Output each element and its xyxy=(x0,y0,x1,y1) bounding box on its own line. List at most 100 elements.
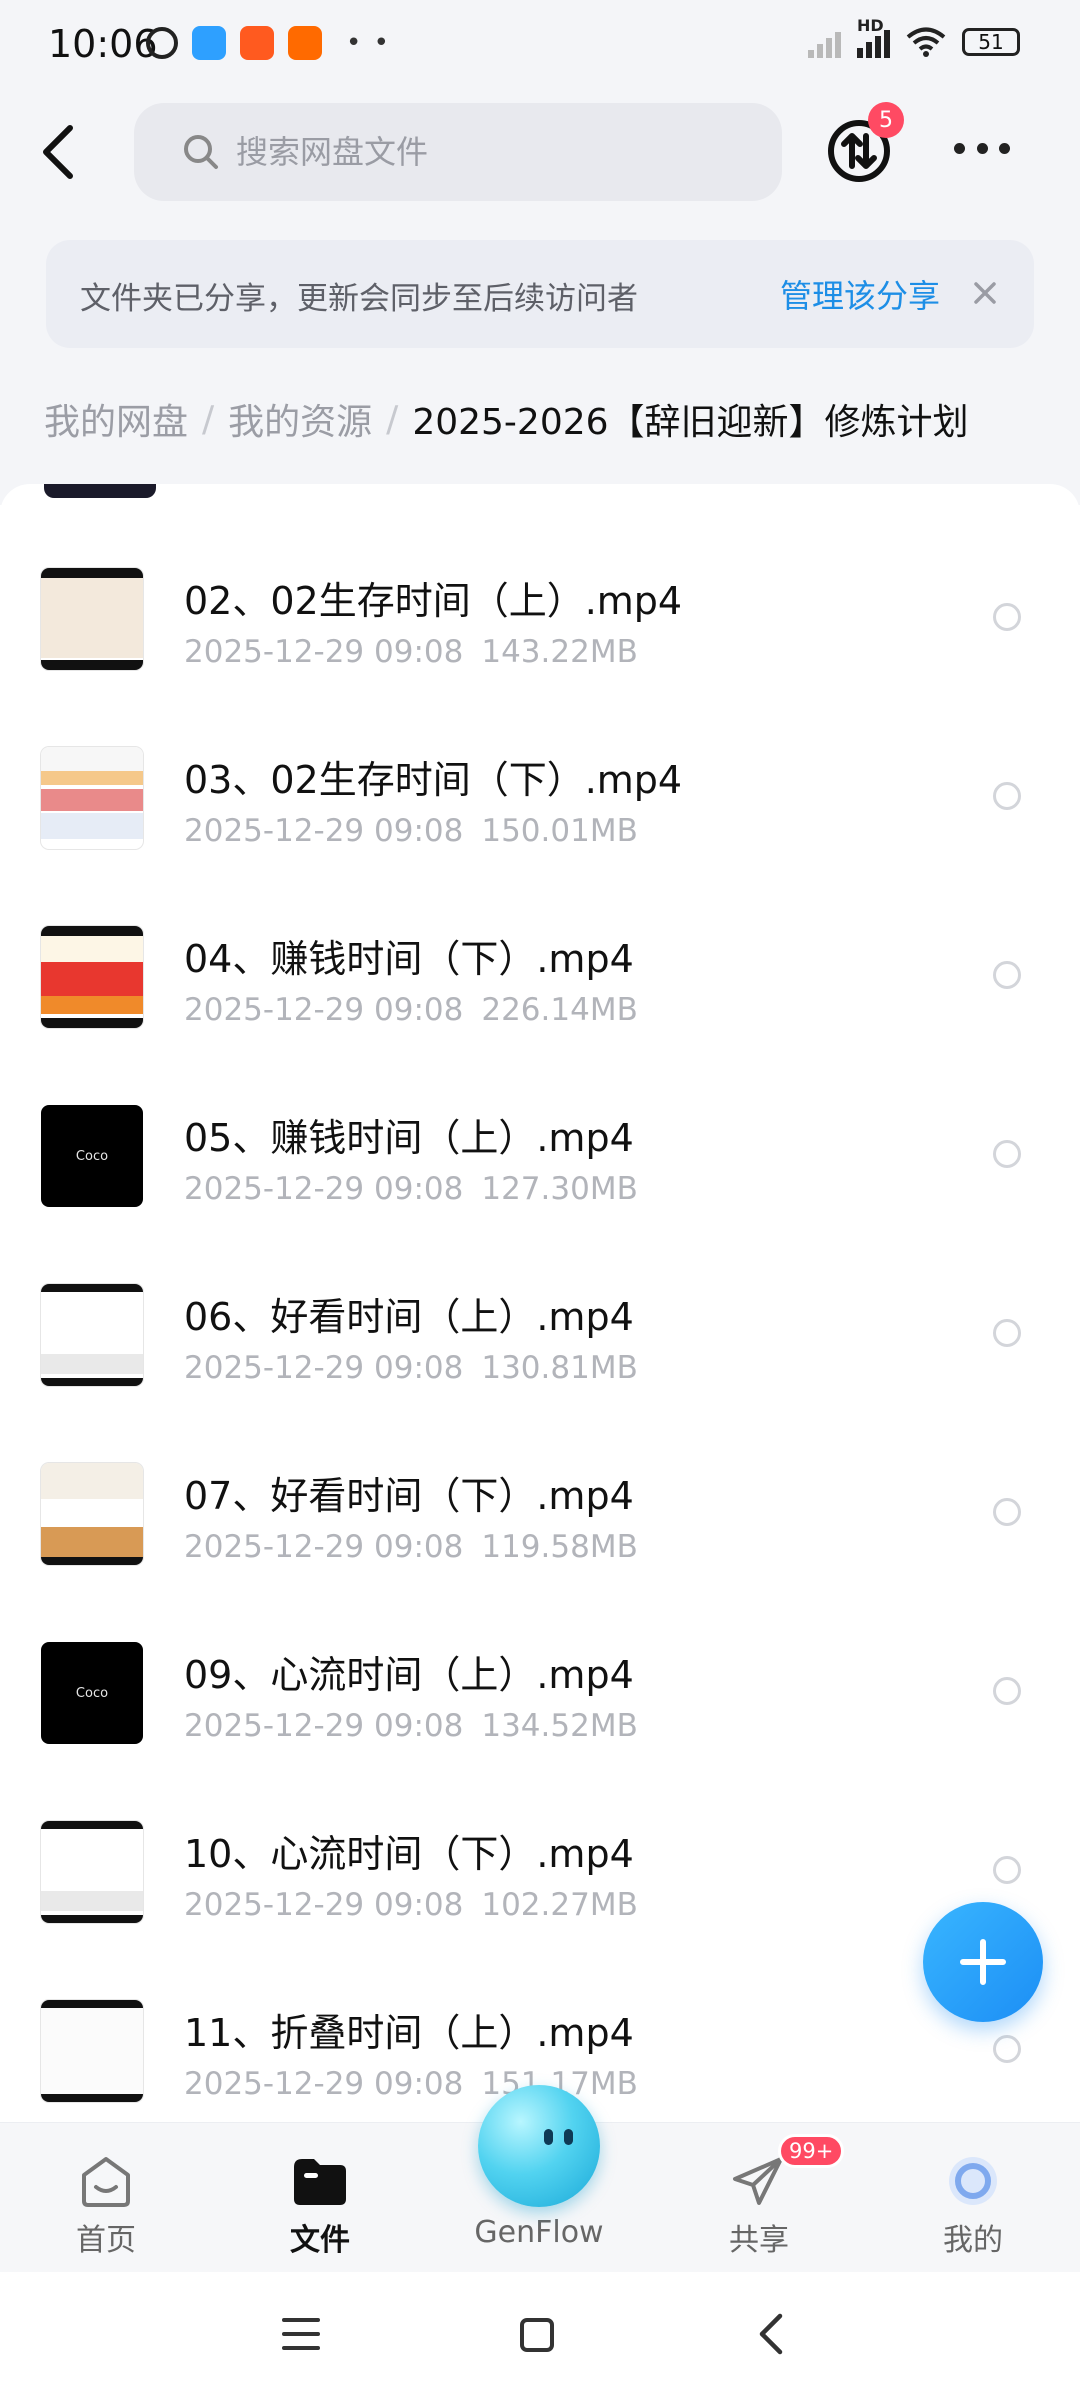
file-name: 06、好看时间（上）.mp4 xyxy=(184,1295,634,1339)
mi-icon xyxy=(288,26,322,60)
share-notice-banner: 文件夹已分享，更新会同步至后续访问者 管理该分享 xyxy=(46,240,1034,348)
add-button[interactable] xyxy=(923,1902,1043,2022)
thumbnail-detail xyxy=(41,926,143,936)
file-list: 02、02生存时间（上）.mp4 2025-12-29 09:08 143.22MB… xyxy=(0,484,1080,2124)
thumbnail-detail xyxy=(41,660,143,670)
close-icon[interactable] xyxy=(968,276,1002,310)
paper-plane-icon xyxy=(733,2157,783,2205)
file-row[interactable]: Coco 09、心流时间（上）.mp4 2025-12-29 09:08 134.52… xyxy=(0,1578,1080,1757)
file-row[interactable]: 03、02生存时间（下）.mp4 2025-12-29 09:08 150.01MB xyxy=(0,683,1080,862)
video-thumbnail: Coco xyxy=(41,1642,143,1744)
breadcrumb-item-my-disk[interactable]: 我的网盘 xyxy=(44,393,188,445)
system-back-button[interactable] xyxy=(756,2312,786,2356)
select-checkbox[interactable] xyxy=(993,1319,1021,1347)
file-row[interactable]: 07、好看时间（下）.mp4 2025-12-29 09:08 119.58MB xyxy=(0,1399,1080,1578)
back-button[interactable] xyxy=(34,122,82,182)
thumbnail-detail xyxy=(41,936,143,962)
file-size: 102.27MB xyxy=(481,1887,638,1923)
file-meta: 2025-12-29 09:08 150.01MB xyxy=(184,813,638,849)
video-thumbnail xyxy=(44,484,156,498)
nav-home[interactable]: 首页 xyxy=(26,2123,186,2273)
file-row[interactable]: Coco 05、赚钱时间（上）.mp4 2025-12-29 09:08 127.30… xyxy=(0,1041,1080,1220)
search-bar[interactable] xyxy=(134,103,782,201)
nav-profile[interactable]: 我的 xyxy=(893,2123,1053,2273)
breadcrumb-separator: / xyxy=(386,398,399,440)
transfer-count-badge: 5 xyxy=(868,102,904,138)
thumbnail-detail xyxy=(41,771,143,785)
orb-eye xyxy=(564,2129,573,2145)
file-size: 150.01MB xyxy=(481,813,638,849)
file-meta: 2025-12-29 09:08 143.22MB xyxy=(184,634,638,670)
file-row[interactable]: 10、心流时间（下）.mp4 2025-12-29 09:08 102.27MB xyxy=(0,1757,1080,1936)
search-input[interactable] xyxy=(234,132,738,172)
more-notifications-icon: • • xyxy=(346,28,391,58)
breadcrumb-item-my-resources[interactable]: 我的资源 xyxy=(228,393,372,445)
thumbnail-detail xyxy=(41,1292,143,1352)
nav-label-genflow: GenFlow xyxy=(474,2215,604,2250)
select-checkbox[interactable] xyxy=(993,1677,1021,1705)
thumbnail-detail xyxy=(41,2008,143,2094)
select-checkbox[interactable] xyxy=(993,961,1021,989)
video-thumbnail xyxy=(41,1284,143,1386)
file-meta: 2025-12-29 09:08 127.30MB xyxy=(184,1171,638,1207)
file-size: 127.30MB xyxy=(481,1171,638,1207)
breadcrumb-separator: / xyxy=(202,398,215,440)
menu-line xyxy=(282,2332,320,2336)
thumbnail-detail xyxy=(41,1557,143,1565)
manage-share-link[interactable]: 管理该分享 xyxy=(780,271,940,317)
file-size: 226.14MB xyxy=(481,992,638,1028)
select-checkbox[interactable] xyxy=(993,1498,1021,1526)
alarm-icon xyxy=(146,27,178,59)
folder-icon xyxy=(294,2159,346,2205)
recent-apps-button[interactable] xyxy=(282,2318,320,2350)
video-thumbnail xyxy=(41,1821,143,1923)
thumbnail-detail xyxy=(41,1915,143,1923)
genflow-orb-icon[interactable] xyxy=(478,2085,600,2207)
app-notification-icon xyxy=(192,26,226,60)
status-bar: 10:06 • • HD 51 xyxy=(0,0,1080,95)
file-name: 09、心流时间（上）.mp4 xyxy=(184,1653,634,1697)
video-thumbnail xyxy=(41,747,143,849)
search-icon xyxy=(184,135,218,169)
home-icon xyxy=(82,2157,130,2207)
home-button[interactable] xyxy=(520,2318,554,2352)
file-name: 04、赚钱时间（下）.mp4 xyxy=(184,937,634,981)
thumbnail-detail xyxy=(41,1284,143,1292)
thumbnail-detail xyxy=(41,1527,143,1557)
nav-files[interactable]: 文件 xyxy=(240,2123,400,2273)
thumbnail-detail xyxy=(41,996,143,1014)
menu-line xyxy=(282,2318,320,2322)
dot-icon xyxy=(976,142,988,154)
nav-label-share: 共享 xyxy=(729,2223,789,2258)
thumbnail-detail xyxy=(41,1018,143,1028)
breadcrumb-current: 2025-2026【辞旧迎新】修炼计划 xyxy=(412,402,969,443)
file-date: 2025-12-29 09:08 xyxy=(184,992,464,1028)
signal-hd-icon: HD xyxy=(857,16,890,58)
thumbnail-detail xyxy=(41,1354,143,1374)
wifi-icon xyxy=(906,27,946,57)
dot-icon xyxy=(954,142,965,154)
select-checkbox[interactable] xyxy=(993,603,1021,631)
file-row[interactable]: 06、好看时间（上）.mp4 2025-12-29 09:08 130.81MB xyxy=(0,1220,1080,1399)
more-menu-button[interactable] xyxy=(954,138,1010,158)
file-date: 2025-12-29 09:08 xyxy=(184,2066,464,2102)
file-size: 134.52MB xyxy=(481,1708,638,1744)
file-date: 2025-12-29 09:08 xyxy=(184,1171,464,1207)
nav-label-home: 首页 xyxy=(76,2223,136,2258)
network-label: HD xyxy=(857,16,884,35)
battery-icon: 51 xyxy=(962,28,1020,56)
select-checkbox[interactable] xyxy=(993,1140,1021,1168)
thumbnail-detail xyxy=(41,789,143,811)
video-thumbnail xyxy=(41,568,143,670)
file-row[interactable]: 02、02生存时间（上）.mp4 2025-12-29 09:08 143.22MB xyxy=(0,504,1080,683)
video-thumbnail xyxy=(41,2000,143,2102)
select-checkbox[interactable] xyxy=(993,1856,1021,1884)
video-thumbnail xyxy=(41,1463,143,1565)
select-checkbox[interactable] xyxy=(993,2035,1021,2063)
file-row[interactable]: 04、赚钱时间（下）.mp4 2025-12-29 09:08 226.14MB xyxy=(0,862,1080,1041)
nav-label-profile: 我的 xyxy=(943,2223,1003,2258)
thumbnail-detail xyxy=(41,1821,143,1829)
file-date: 2025-12-29 09:08 xyxy=(184,813,464,849)
thumbnail-detail xyxy=(41,1499,143,1527)
select-checkbox[interactable] xyxy=(993,782,1021,810)
